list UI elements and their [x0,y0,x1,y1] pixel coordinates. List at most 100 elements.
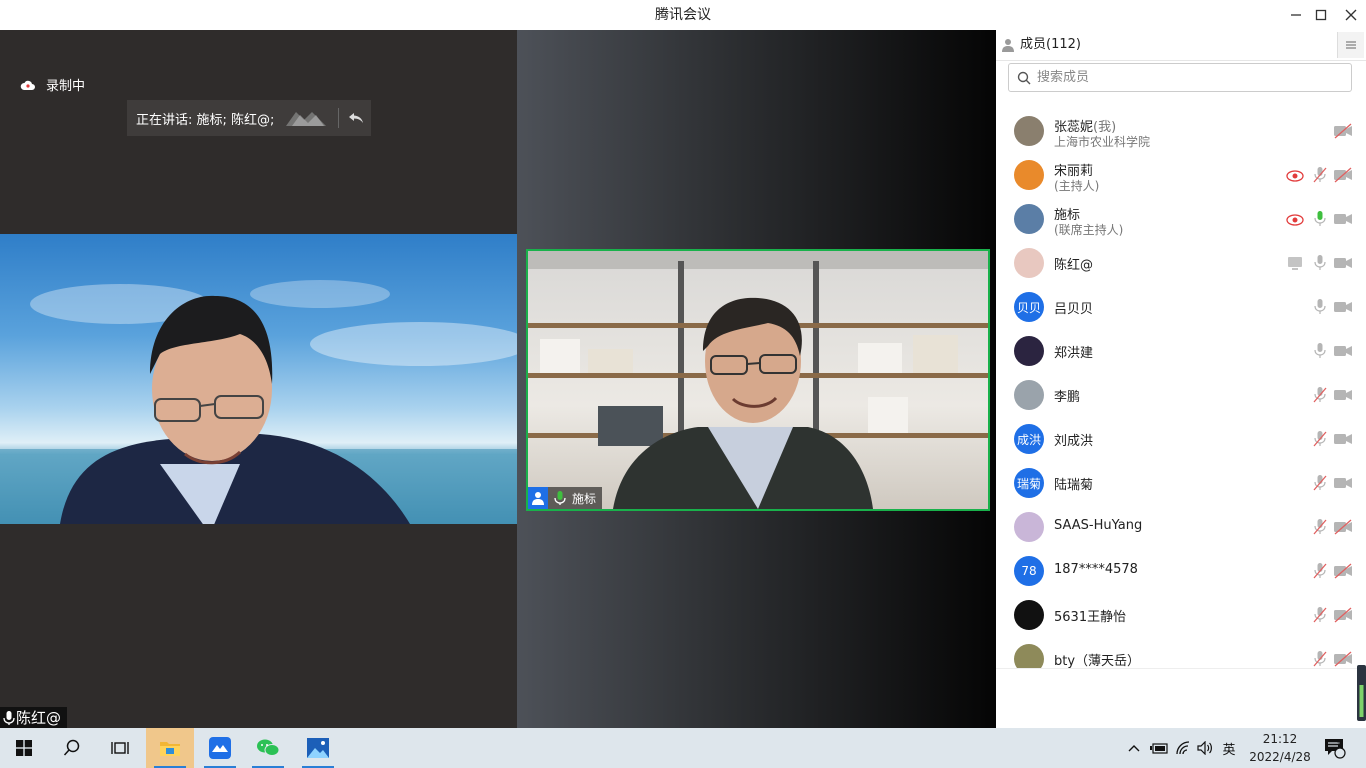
member-name-text: 5631王静怡 [1054,610,1127,625]
wifi-icon [1176,741,1190,755]
member-name: SAAS-HuYang [1054,518,1142,533]
microphone-icon[interactable] [1312,298,1328,316]
notification-count: 1 [1336,741,1342,751]
camera-off-icon[interactable] [1333,607,1353,623]
chevron-up-icon [1128,745,1140,752]
battery-button[interactable] [1148,728,1170,768]
return-arrow-icon [349,113,363,123]
member-row[interactable]: 郑洪建 [996,329,1366,373]
input-method-button[interactable]: 英 [1218,728,1240,768]
recording-eye-icon [1286,170,1304,182]
show-hidden-icons-button[interactable] [1124,728,1144,768]
avatar: 贝贝 [1014,292,1044,322]
tencent-meeting-icon [209,737,231,759]
member-search-input[interactable] [1035,69,1339,86]
microphone-icon [3,710,15,725]
video-name-tag: 施标 [528,487,603,509]
microphone-muted-icon[interactable] [1312,650,1328,668]
volume-button[interactable] [1194,728,1216,768]
member-name-text: 李鹏 [1054,390,1081,405]
camera-icon[interactable] [1333,475,1353,491]
clock-date: 2022/4/28 [1249,750,1311,764]
close-button[interactable] [1333,0,1366,30]
taskbar-wechat[interactable] [244,728,292,768]
camera-icon[interactable] [1333,211,1353,227]
return-button[interactable] [345,107,367,129]
video-name-tag-bottom: 陈红@ [0,707,68,728]
camera-icon[interactable] [1333,431,1353,447]
microphone-muted-icon[interactable] [1312,386,1328,404]
volume-meter [1357,665,1366,721]
member-name: 郑洪建 [1054,342,1093,361]
system-clock[interactable]: 21:12 2022/4/28 [1240,730,1320,766]
avatar: 78 [1014,556,1044,586]
microphone-muted-icon[interactable] [1312,518,1328,536]
camera-off-icon[interactable] [1333,651,1353,667]
panel-menu-button[interactable] [1337,32,1364,58]
camera-icon[interactable] [1333,255,1353,271]
speaking-label: 正在讲话: 施标; 陈红@; [136,112,275,128]
member-name-text: 刘成洪 [1054,434,1094,449]
member-row[interactable]: 贝贝 吕贝贝 [996,285,1366,329]
task-view-icon [111,742,129,754]
microphone-icon[interactable] [1312,254,1328,272]
battery-icon [1150,743,1168,754]
recording-indicator[interactable]: 录制中 [20,75,85,94]
taskbar-photos[interactable] [294,728,342,768]
microphone-muted-icon[interactable] [1312,166,1328,184]
member-row[interactable]: bty（薄天岳） [996,637,1366,669]
microphone-muted-icon[interactable] [1312,562,1328,580]
video-tile-1[interactable] [0,234,517,524]
tencent-meeting-logo-icon [286,112,326,126]
member-name-text: 郑洪建 [1054,346,1094,361]
cloud-icon [20,80,35,90]
task-view-button[interactable] [96,728,144,768]
menu-icon [1346,41,1356,49]
microphone-icon[interactable] [1312,342,1328,360]
camera-icon[interactable] [1333,387,1353,403]
member-search-box[interactable] [1008,63,1352,92]
avatar [1014,248,1044,278]
taskbar-search-button[interactable] [48,728,96,768]
start-button[interactable] [0,728,48,768]
member-subtitle: (联席主持人) [1054,223,1124,237]
member-row[interactable]: 张蕊妮(我) 上海市农业科学院 [996,109,1366,153]
member-name: 5631王静怡 [1054,606,1126,625]
microphone-muted-icon[interactable] [1312,474,1328,492]
member-row[interactable]: 施标 (联席主持人) [996,197,1366,241]
taskbar-tencent-meeting[interactable] [196,728,244,768]
camera-icon[interactable] [1333,343,1353,359]
member-name: 吕贝贝 [1054,298,1093,317]
member-row[interactable]: 陈红@ [996,241,1366,285]
taskbar-file-explorer[interactable] [146,728,194,768]
clock-time: 21:12 [1262,732,1298,746]
network-button[interactable] [1172,728,1194,768]
member-name: 陈红@ [1054,254,1093,273]
member-row[interactable]: 5631王静怡 [996,593,1366,637]
meeting-stage: 录制中 正在讲话: 施标; 陈红@; 施标 陈红@ [0,30,996,728]
member-row[interactable]: 瑞菊 陆瑞菊 [996,461,1366,505]
maximize-icon [1315,9,1327,21]
member-row[interactable]: 成洪 刘成洪 [996,417,1366,461]
notification-center-button[interactable]: 1 [1320,728,1350,768]
avatar [1014,512,1044,542]
speaking-bar: 正在讲话: 施标; 陈红@; [127,100,371,136]
camera-off-icon[interactable] [1333,167,1353,183]
microphone-muted-icon[interactable] [1312,606,1328,624]
member-panel: 成员(112) 张蕊妮(我)上海市农业科学院宋丽莉(主持人)施标(联席主持人) 陈… [996,30,1366,728]
member-row[interactable]: SAAS-HuYang [996,505,1366,549]
member-row[interactable]: 78 187****4578 [996,549,1366,593]
minimize-icon [1291,14,1301,16]
member-row[interactable]: 李鹏 [996,373,1366,417]
camera-off-icon[interactable] [1333,123,1353,139]
taskbar: 英 21:12 2022/4/28 1 [0,728,1366,768]
member-name-text: 吕贝贝 [1054,302,1094,317]
camera-off-icon[interactable] [1333,519,1353,535]
member-row[interactable]: 宋丽莉 (主持人) [996,153,1366,197]
member-name: 刘成洪 [1054,430,1093,449]
microphone-icon[interactable] [1312,210,1328,228]
video-tile-2-active[interactable]: 施标 [526,249,990,511]
camera-off-icon[interactable] [1333,563,1353,579]
microphone-muted-icon[interactable] [1312,430,1328,448]
camera-icon[interactable] [1333,299,1353,315]
